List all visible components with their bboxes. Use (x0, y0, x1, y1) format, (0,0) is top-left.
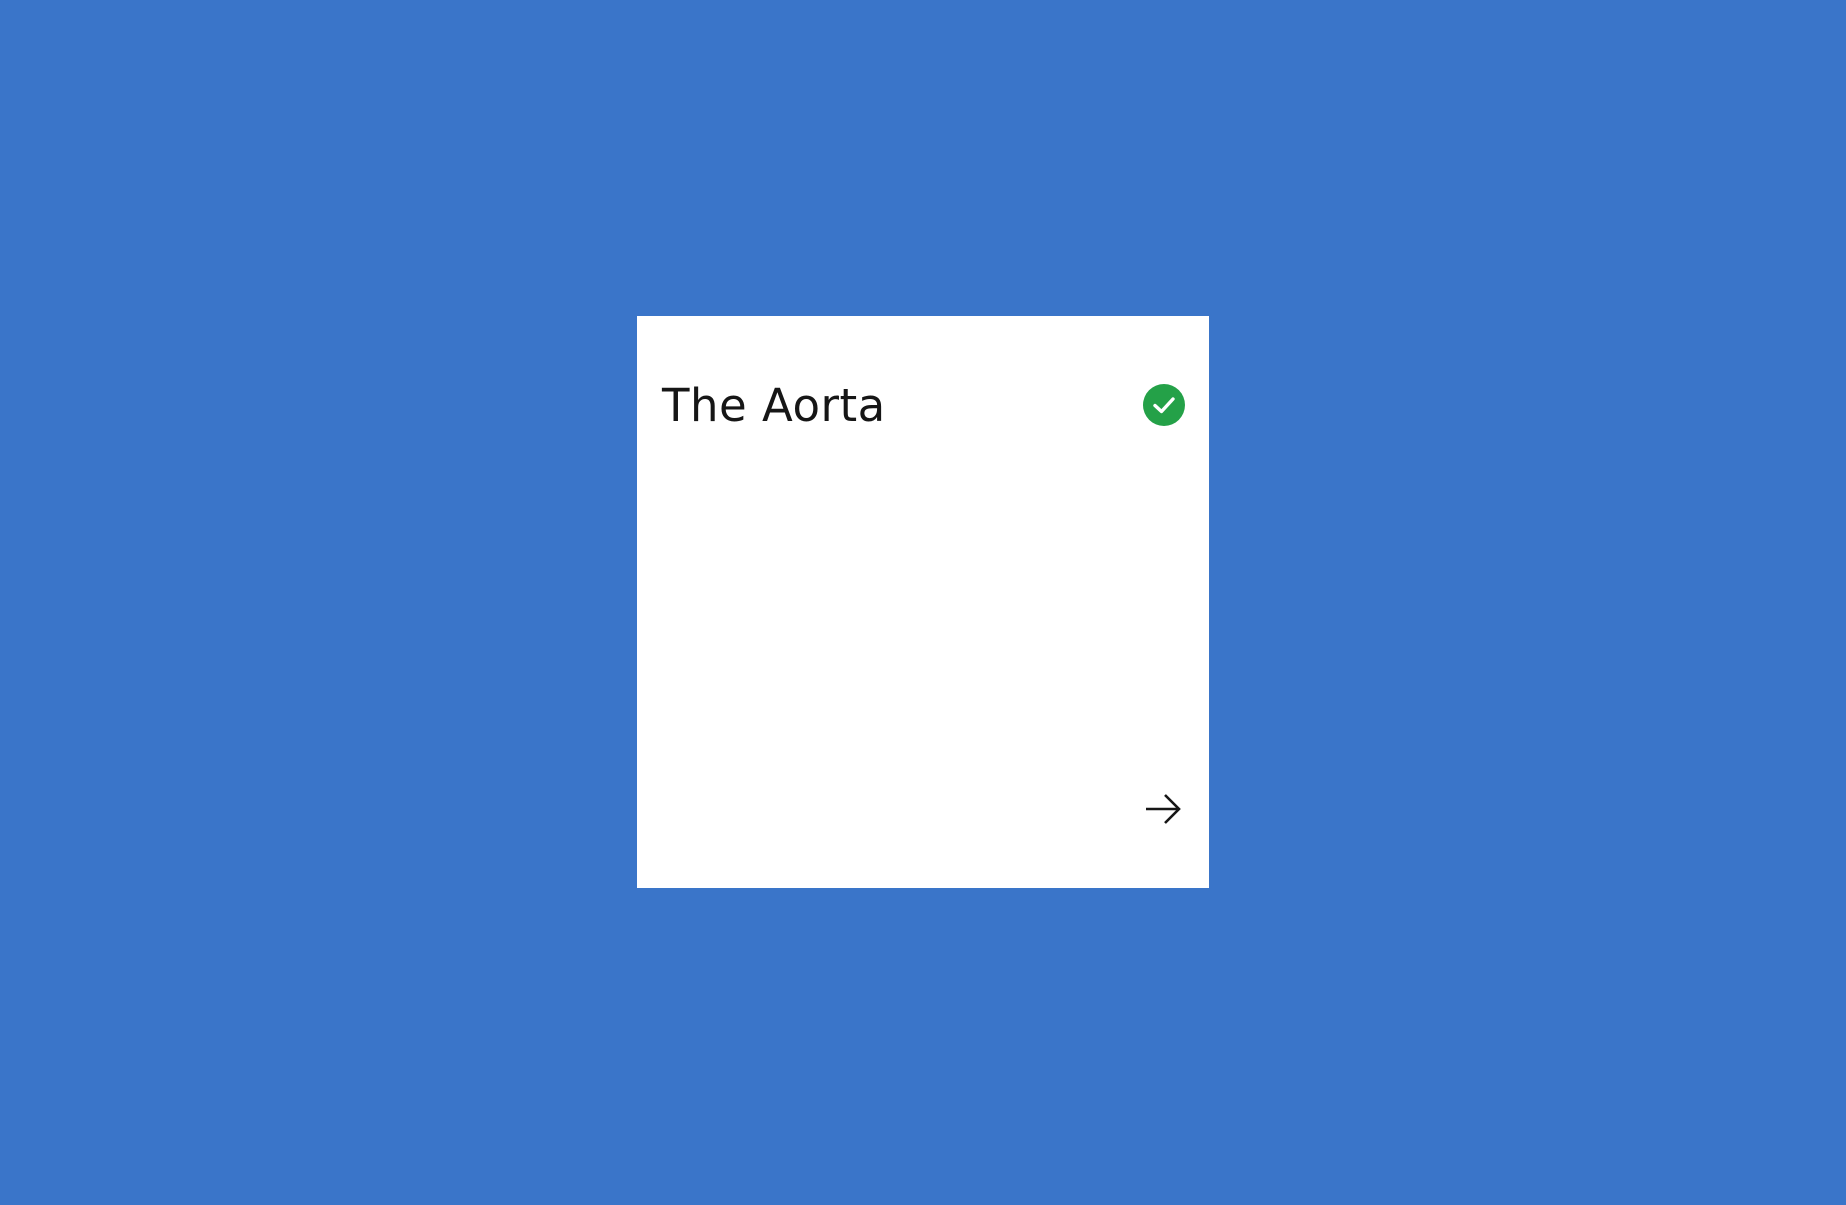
tile-title: The Aorta (662, 379, 886, 432)
checkmark-filled-icon (1143, 384, 1185, 426)
arrow-right-icon[interactable] (1143, 789, 1183, 829)
course-tile[interactable]: The Aorta (637, 316, 1209, 888)
